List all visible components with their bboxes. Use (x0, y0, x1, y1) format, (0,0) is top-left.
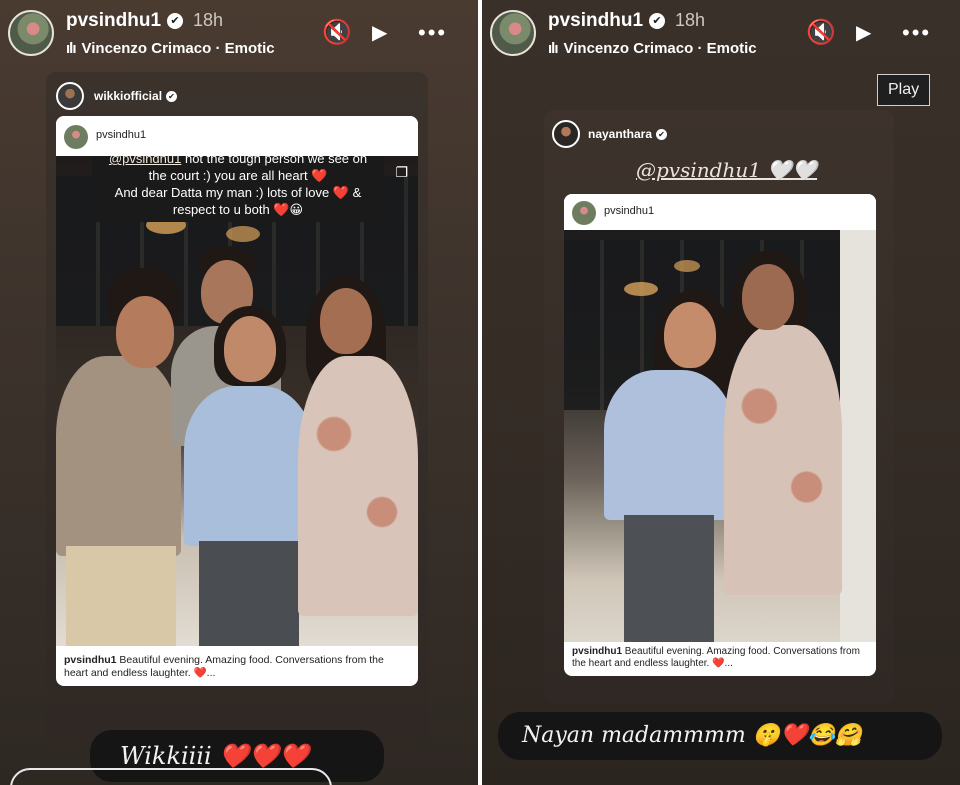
play-icon[interactable]: ▶ (856, 20, 871, 46)
music-label[interactable]: ılı Vincenzo Crimaco · Emotic (66, 40, 300, 57)
person-figure (714, 250, 844, 642)
post-photo (564, 230, 876, 642)
music-title: Vincenzo Crimaco · Emotic (563, 40, 757, 57)
post-author-avatar[interactable] (552, 120, 580, 148)
mute-icon[interactable]: 🔇 (806, 20, 836, 46)
post-author[interactable]: nayanthara ✔ (588, 127, 668, 141)
person-figure (288, 276, 418, 646)
story-username-text[interactable]: pvsindhu1 (548, 10, 643, 31)
inner-post-card[interactable]: pvsindhu1 (56, 116, 418, 686)
play-tooltip: Play (877, 74, 931, 106)
person-figure (56, 266, 186, 646)
reply-input-outline[interactable] (10, 768, 332, 785)
more-options-icon[interactable]: ••• (902, 20, 931, 46)
story-right: pvsindhu1 ✔ 18h ılı Vincenzo Crimaco · Emot… (482, 0, 960, 785)
caption-user[interactable]: pvsindhu1 (64, 654, 117, 666)
copy-icon: ❐ (395, 164, 408, 180)
story-username[interactable]: pvsindhu1 ✔ 18h (548, 10, 705, 32)
story-left: pvsindhu1 ✔ 18h ılı Vincenzo Crimaco · Emot… (0, 0, 478, 785)
music-bars-icon: ılı (548, 40, 558, 57)
story-reply-sticker: Nayan madammmm 🤫❤️😂🤗 (498, 712, 942, 760)
post-header: nayanthara ✔ (544, 110, 894, 156)
post-header: wikkiofficial ✔ (46, 72, 428, 118)
post-author-avatar[interactable] (56, 82, 84, 110)
verified-icon: ✔ (167, 13, 184, 29)
inner-post-header: pvsindhu1 (56, 116, 418, 156)
post-caption: pvsindhu1 Beautiful evening. Amazing foo… (572, 646, 868, 670)
photo-wall (840, 230, 876, 642)
mute-icon[interactable]: 🔇 (322, 20, 352, 46)
verified-icon: ✔ (649, 13, 666, 29)
post-author-name[interactable]: nayanthara (588, 127, 652, 141)
inner-post-avatar[interactable] (64, 125, 88, 149)
shared-post-card[interactable]: wikkiofficial ✔ pvsindhu1 @pvsindhu1 not… (46, 72, 428, 744)
verified-icon: ✔ (656, 129, 668, 140)
inner-post-card[interactable]: pvsindhu1 (564, 194, 876, 676)
comment-line: the court :) you are all heart ❤️ (148, 168, 328, 183)
story-time: 18h (675, 10, 706, 30)
comment-line: not the tough person we see on (181, 156, 368, 166)
verified-icon: ✔ (166, 91, 178, 102)
comment-line: respect to u both ❤️😀 (172, 202, 304, 217)
inner-post-author[interactable]: pvsindhu1 (96, 129, 146, 141)
inner-post-header: pvsindhu1 (564, 194, 876, 230)
inner-post-author[interactable]: pvsindhu1 (604, 205, 654, 217)
comment-line: And dear Datta my man :) lots of love ❤️… (114, 185, 362, 200)
music-label[interactable]: ılı Vincenzo Crimaco · Emotic (548, 40, 782, 57)
lamp-light (674, 260, 700, 272)
post-caption: pvsindhu1 Beautiful evening. Amazing foo… (64, 654, 410, 680)
story-avatar[interactable] (8, 10, 54, 56)
more-options-icon[interactable]: ••• (418, 20, 447, 46)
story-time: 18h (193, 10, 224, 30)
music-bars-icon: ılı (66, 40, 76, 57)
story-username[interactable]: pvsindhu1 ✔ 18h (66, 10, 223, 32)
story-avatar[interactable] (490, 10, 536, 56)
music-title: Vincenzo Crimaco · Emotic (81, 40, 275, 57)
post-photo: @pvsindhu1 not the tough person we see o… (56, 156, 418, 646)
comment-mention[interactable]: @pvsindhu1 (109, 156, 181, 166)
inner-post-avatar[interactable] (572, 201, 596, 225)
post-author-name[interactable]: wikkiofficial (94, 89, 162, 103)
story-header: pvsindhu1 ✔ 18h ılı Vincenzo Crimaco · Emot… (482, 0, 960, 70)
post-author[interactable]: wikkiofficial ✔ (94, 89, 178, 103)
shared-post-card[interactable]: nayanthara ✔ @pvsindhu1 🤍🤍 pvsindhu1 pvs… (544, 110, 894, 704)
story-header: pvsindhu1 ✔ 18h ılı Vincenzo Crimaco · Emot… (0, 0, 478, 70)
lamp-light (226, 226, 260, 242)
play-icon[interactable]: ▶ (372, 20, 387, 46)
handwritten-mention: @pvsindhu1 🤍🤍 (636, 158, 818, 182)
story-username-text[interactable]: pvsindhu1 (66, 10, 161, 31)
caption-user[interactable]: pvsindhu1 (572, 646, 622, 657)
comment-overlay: @pvsindhu1 not the tough person we see o… (92, 156, 384, 222)
